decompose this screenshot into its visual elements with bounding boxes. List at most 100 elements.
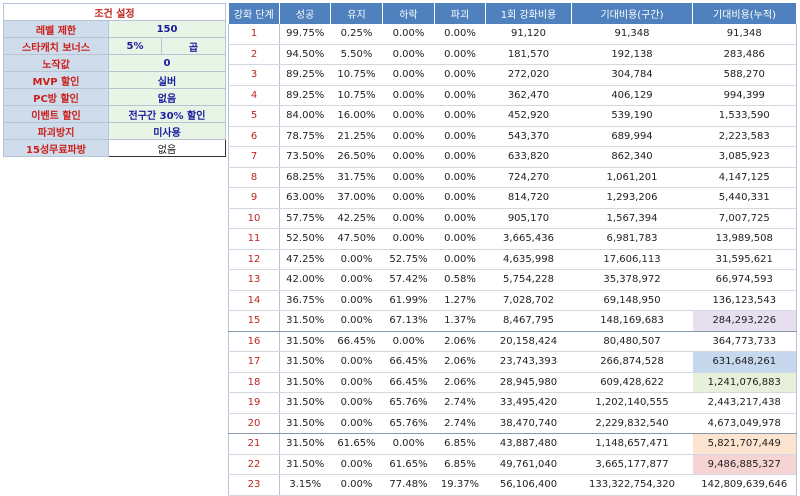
table-cell: 89.25%	[279, 85, 331, 106]
level-cell: 16	[228, 331, 280, 352]
table-cell: 3,665,177,877	[571, 454, 693, 475]
table-cell: 4,147,125	[692, 167, 797, 188]
condition-value[interactable]: 5%	[108, 37, 162, 55]
table-row: 22 31.50% 0.00% 61.65% 6.85% 49,761,040 3,665,…	[228, 454, 797, 475]
table-cell: 283,486	[692, 44, 797, 65]
table-cell: 2,443,217,438	[692, 392, 797, 414]
free-protection-select[interactable]: 없음 ▼	[108, 139, 226, 157]
table-cell: 0.58%	[434, 269, 486, 291]
column-header: 성공	[279, 3, 331, 24]
level-cell: 10	[228, 208, 280, 229]
table-cell: 36.75%	[279, 290, 331, 311]
table-cell: 31,595,621	[692, 249, 797, 270]
table-cell: 17,606,113	[571, 249, 693, 270]
table-row: 5 84.00% 16.00% 0.00% 0.00% 452,920 539,190 1,5…	[228, 105, 797, 127]
chevron-down-icon[interactable]: ▼	[225, 141, 226, 156]
table-cell: 0.00%	[382, 433, 435, 455]
condition-value[interactable]: 전구간 30% 할인	[108, 105, 226, 123]
table-cell: 0.00%	[434, 146, 486, 168]
enhancement-table: 강화 단계 성공 유지 하락 파괴 1회 강화비용 기대비용(구간) 기대비용(누적) 1 99…	[228, 3, 797, 496]
table-cell: 42.00%	[279, 269, 331, 291]
table-row: 6 78.75% 21.25% 0.00% 0.00% 543,370 689,994 2,2…	[228, 126, 797, 147]
table-cell: 2,229,832,540	[571, 413, 693, 434]
table-cell: 52.75%	[382, 249, 435, 270]
condition-value[interactable]: 없음	[108, 88, 226, 106]
condition-value[interactable]: 미사용	[108, 122, 226, 140]
table-cell: 1,567,394	[571, 208, 693, 229]
table-row: 23 3.15% 0.00% 77.48% 19.37% 56,106,400 133,32…	[228, 474, 797, 496]
table-cell: 2,223,583	[692, 126, 797, 147]
table-cell: 0.00%	[382, 85, 435, 106]
table-row: 14 36.75% 0.00% 61.99% 1.27% 7,028,702 69,148,…	[228, 290, 797, 311]
table-row: 16 31.50% 66.45% 0.00% 2.06% 20,158,424 80,480…	[228, 331, 797, 352]
table-cell: 5.50%	[330, 44, 383, 65]
table-cell: 588,270	[692, 64, 797, 86]
table-cell: 994,399	[692, 85, 797, 106]
table-cell: 31.50%	[279, 331, 331, 352]
table-cell: 0.00%	[382, 44, 435, 65]
condition-value-mode[interactable]: 곱	[161, 37, 226, 55]
table-cell: 543,370	[485, 126, 572, 147]
condition-value[interactable]: 0	[108, 54, 226, 72]
table-cell: 1,533,590	[692, 105, 797, 127]
table-cell: 3.15%	[279, 474, 331, 496]
table-cell: 31.50%	[279, 310, 331, 332]
condition-value-text: 150	[156, 23, 178, 35]
condition-value[interactable]: 실버	[108, 71, 226, 89]
condition-row: 노작값 0	[3, 54, 226, 72]
table-cell: 724,270	[485, 167, 572, 188]
table-cell: 0.00%	[330, 413, 383, 434]
condition-row: MVP 할인 실버	[3, 71, 226, 89]
table-cell: 63.00%	[279, 187, 331, 209]
table-cell: 57.42%	[382, 269, 435, 291]
level-cell: 23	[228, 474, 280, 496]
table-cell: 43,887,480	[485, 433, 572, 455]
table-cell: 0.00%	[382, 187, 435, 209]
table-cell: 61.65%	[330, 433, 383, 455]
table-cell: 5,821,707,449	[692, 433, 797, 455]
level-cell: 14	[228, 290, 280, 311]
level-cell: 17	[228, 351, 280, 373]
table-cell: 0.25%	[330, 24, 383, 45]
column-header: 유지	[330, 3, 383, 24]
level-cell: 2	[228, 44, 280, 65]
table-cell: 1,148,657,471	[571, 433, 693, 455]
table-row: 12 47.25% 0.00% 52.75% 0.00% 4,635,998 17,606,…	[228, 249, 797, 270]
table-cell: 31.50%	[279, 413, 331, 434]
table-cell: 66.45%	[382, 351, 435, 373]
table-cell: 2.74%	[434, 392, 486, 414]
table-cell: 0.00%	[330, 372, 383, 393]
table-cell: 35,378,972	[571, 269, 693, 291]
table-cell: 633,820	[485, 146, 572, 168]
condition-value-text: 0	[163, 57, 171, 69]
table-cell: 69,148,950	[571, 290, 693, 311]
table-cell: 8,467,795	[485, 310, 572, 332]
table-cell: 5,440,331	[692, 187, 797, 209]
table-cell: 539,190	[571, 105, 693, 127]
table-cell: 38,470,740	[485, 413, 572, 434]
level-cell: 5	[228, 105, 280, 127]
condition-value-text: 전구간 30% 할인	[128, 110, 206, 122]
table-row: 11 52.50% 47.50% 0.00% 0.00% 3,665,436 6,981,7…	[228, 228, 797, 250]
table-cell: 6,981,783	[571, 228, 693, 250]
table-cell: 21.25%	[330, 126, 383, 147]
table-cell: 31.50%	[279, 454, 331, 475]
table-cell: 0.00%	[382, 331, 435, 352]
level-cell: 9	[228, 187, 280, 209]
table-cell: 66,974,593	[692, 269, 797, 291]
level-cell: 20	[228, 413, 280, 434]
condition-row: 이벤트 할인 전구간 30% 할인	[3, 105, 226, 123]
table-cell: 19.37%	[434, 474, 486, 496]
table-cell: 78.75%	[279, 126, 331, 147]
table-row: 13 42.00% 0.00% 57.42% 0.58% 5,754,228 35,378,…	[228, 269, 797, 291]
table-cell: 0.00%	[330, 269, 383, 291]
level-cell: 13	[228, 269, 280, 291]
condition-value[interactable]: 150	[108, 20, 226, 38]
table-row: 21 31.50% 61.65% 0.00% 6.85% 43,887,480 1,148,…	[228, 433, 797, 455]
table-row: 19 31.50% 0.00% 65.76% 2.74% 33,495,420 1,202,…	[228, 392, 797, 414]
table-cell: 609,428,622	[571, 372, 693, 393]
table-cell: 2.74%	[434, 413, 486, 434]
table-cell: 94.50%	[279, 44, 331, 65]
table-cell: 0.00%	[330, 351, 383, 373]
level-cell: 15	[228, 310, 280, 332]
